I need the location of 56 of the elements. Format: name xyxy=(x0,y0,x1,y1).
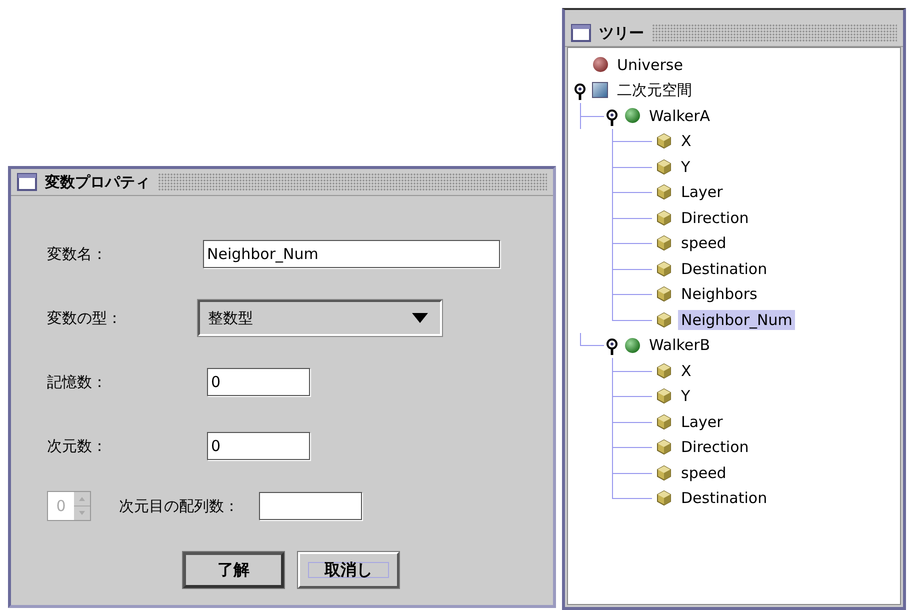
tree-node-label[interactable]: Neighbors xyxy=(678,284,760,304)
tree-node-label[interactable]: Destination xyxy=(678,258,770,279)
cancel-button[interactable]: 取消し xyxy=(298,552,399,588)
hexagon-icon xyxy=(656,210,672,226)
field-label: 変数の型： xyxy=(47,308,123,328)
hexagon-icon xyxy=(656,362,672,379)
tree-node-label[interactable]: Direction xyxy=(678,208,752,228)
tree-node-label[interactable]: Direction xyxy=(678,437,752,458)
hexagon-icon xyxy=(656,184,672,200)
name-field[interactable]: Neighbor_Num xyxy=(203,240,500,268)
caret-icon xyxy=(412,313,428,323)
array-size-field[interactable] xyxy=(259,492,362,520)
hexagon-icon xyxy=(656,490,672,506)
window-title: ツリー xyxy=(599,24,644,42)
sphere-icon xyxy=(624,108,640,124)
cube-icon xyxy=(592,82,608,98)
toggle-handle-icon[interactable] xyxy=(574,83,586,102)
tree-node-label[interactable]: Layer xyxy=(678,182,726,202)
window-icon xyxy=(17,173,37,191)
tree-node-label[interactable]: Universe xyxy=(614,54,686,75)
hexagon-icon xyxy=(656,286,672,302)
toggle-handle-icon[interactable] xyxy=(606,108,618,127)
tree-node-label[interactable]: X xyxy=(678,360,694,381)
tree-node-label[interactable]: X xyxy=(678,131,694,152)
type-dropdown[interactable]: 整数型 xyxy=(198,300,442,336)
sphere-icon xyxy=(592,57,608,72)
hexagon-icon xyxy=(656,260,672,277)
window-icon xyxy=(571,24,591,42)
tree-node-label[interactable]: 二次元空間 xyxy=(614,80,695,101)
window-title: 変数プロパティ xyxy=(45,172,150,192)
hexagon-icon xyxy=(656,158,672,175)
tree-node-label[interactable]: Destination xyxy=(678,488,770,508)
hexagon-icon xyxy=(656,235,672,252)
hexagon-icon xyxy=(656,133,672,150)
tree-node-label[interactable]: Layer xyxy=(678,412,726,432)
field-label: 次元数： xyxy=(47,436,108,456)
number-field[interactable]: 0 xyxy=(207,432,310,460)
number-field[interactable]: 0 xyxy=(207,368,310,396)
hexagon-icon xyxy=(656,464,672,481)
sphere-icon xyxy=(624,338,640,353)
field-label: 記憶数： xyxy=(47,372,108,392)
tree-node-label[interactable]: WalkerA xyxy=(646,106,714,126)
tree-node-label[interactable]: WalkerB xyxy=(646,335,714,356)
ok-button[interactable]: 了解 xyxy=(183,552,284,588)
tree-node-label[interactable]: Y xyxy=(678,156,694,177)
field-label: 変数名： xyxy=(47,244,108,264)
hexagon-icon xyxy=(656,414,672,430)
tree-node-label[interactable]: speed xyxy=(678,462,730,483)
tree-node-label[interactable]: speed xyxy=(678,233,730,254)
tree-node-label[interactable]: Neighbor_Num xyxy=(678,310,796,330)
toggle-handle-icon[interactable] xyxy=(606,338,618,356)
tree-node-label[interactable]: Y xyxy=(678,386,694,406)
hexagon-icon xyxy=(656,439,672,456)
hexagon-icon xyxy=(656,388,672,404)
hexagon-icon xyxy=(656,312,672,328)
field-label: 次元目の配列数： xyxy=(119,496,239,516)
